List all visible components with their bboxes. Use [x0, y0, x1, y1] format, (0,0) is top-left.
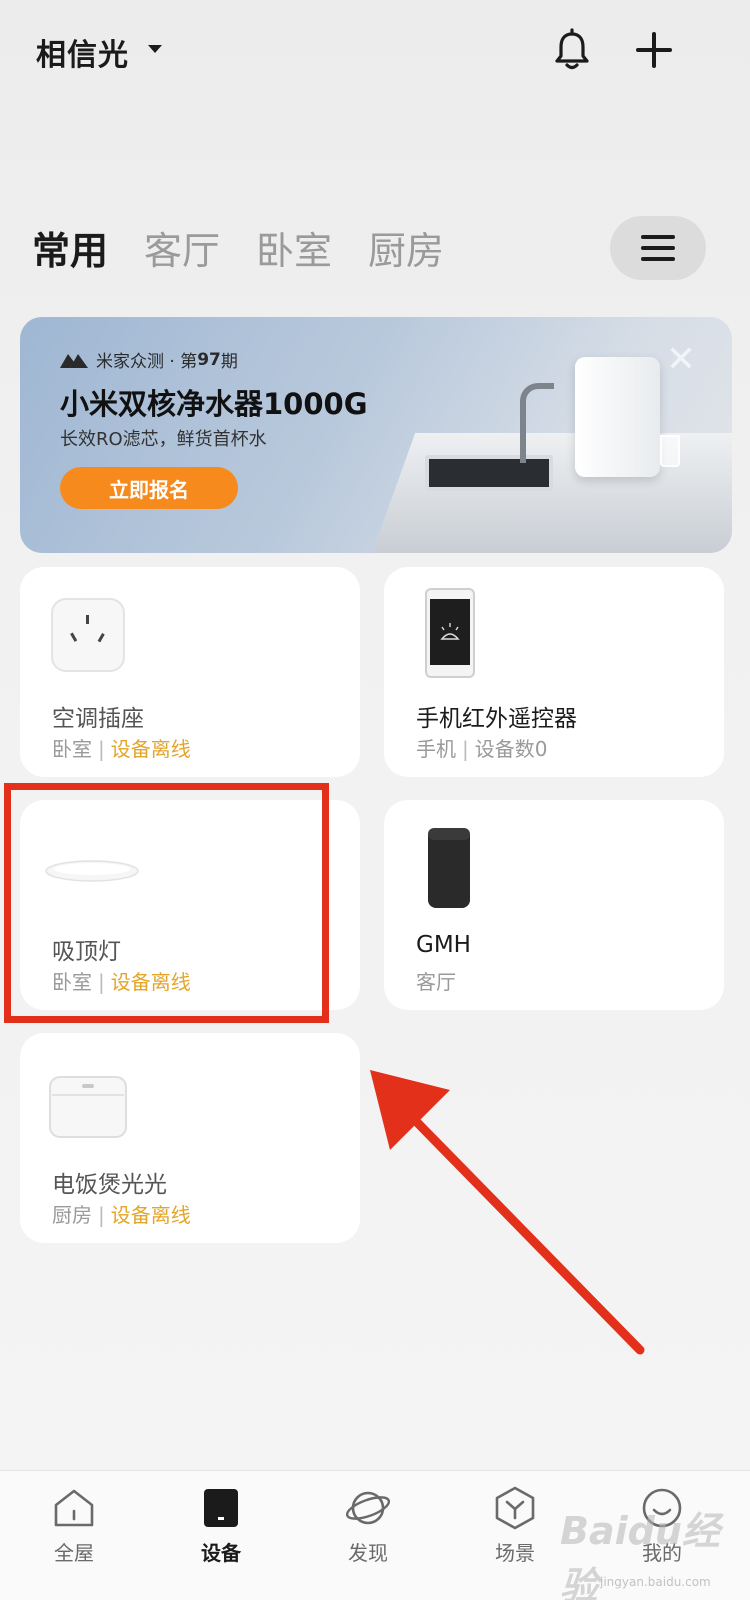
- banner-title: 小米双核净水器1000G: [60, 387, 368, 421]
- device-meta: 卧室 | 设备离线: [52, 737, 191, 761]
- device-room: 客厅: [416, 970, 456, 994]
- device-card-ac-socket[interactable]: 空调插座 卧室 | 设备离线: [20, 567, 360, 777]
- banner-brand: 米家众测 · 第: [96, 352, 198, 372]
- banner-brand-row: 米家众测 · 第 97 期: [60, 347, 238, 372]
- device-card-ir-remote[interactable]: 手机红外遥控器 手机 | 设备数0: [384, 567, 724, 777]
- device-icon: [204, 1489, 238, 1527]
- device-name: 电饭煲光光: [52, 1172, 167, 1198]
- device-name: 空调插座: [52, 706, 144, 732]
- nav-item-home[interactable]: 全屋: [14, 1485, 134, 1595]
- device-meta: 厨房 | 设备离线: [52, 1203, 191, 1227]
- device-status: 设备离线: [110, 737, 191, 761]
- device-room: 厨房: [52, 1203, 92, 1227]
- close-icon[interactable]: ✕: [666, 339, 696, 380]
- device-meta: 客厅: [416, 966, 456, 995]
- home-selector[interactable]: 相信光: [36, 30, 129, 74]
- room-menu-button[interactable]: [610, 216, 706, 280]
- banner-subtitle: 长效RO滤芯，鲜货首杯水: [60, 429, 267, 450]
- scene-icon: [495, 1486, 535, 1530]
- add-icon[interactable]: [634, 28, 674, 72]
- tab-living-room[interactable]: 客厅: [144, 220, 220, 275]
- banner-issue: 97: [197, 349, 221, 370]
- device-room: 卧室: [52, 737, 92, 761]
- home-icon: [54, 1489, 94, 1527]
- nav-item-devices[interactable]: 设备: [161, 1485, 281, 1595]
- menu-icon: [641, 235, 675, 261]
- nav-label: 全屋: [54, 1541, 94, 1565]
- watermark-url: jingyan.baidu.com: [600, 1575, 711, 1589]
- smart-speaker-image: [428, 828, 470, 908]
- top-bar: 相信光: [0, 0, 750, 110]
- device-card-gmh[interactable]: GMH 客厅: [384, 800, 724, 1010]
- banner-purifier-image: [575, 357, 660, 477]
- nav-item-discover[interactable]: 发现: [308, 1485, 428, 1595]
- device-name: GMH: [416, 932, 471, 958]
- banner-cup-illustration: [660, 435, 680, 467]
- device-meta: 手机 | 设备数0: [416, 737, 548, 761]
- chevron-down-icon[interactable]: [148, 45, 162, 53]
- promo-banner[interactable]: ✕ 米家众测 · 第 97 期 小米双核净水器1000G 长效RO滤芯，鲜货首杯…: [20, 317, 732, 553]
- device-count: 设备数0: [474, 737, 548, 761]
- nav-label: 设备: [201, 1541, 241, 1565]
- mijia-logo-icon: [60, 353, 88, 368]
- highlight-box-annotation: [4, 783, 329, 1023]
- banner-faucet-illustration: [520, 383, 554, 463]
- device-card-rice-cooker[interactable]: 电饭煲光光 厨房 | 设备离线: [20, 1033, 360, 1243]
- planet-icon: [345, 1491, 391, 1525]
- smart-plug-image: [51, 598, 125, 672]
- rice-cooker-image: [49, 1076, 127, 1138]
- nav-label: 场景: [495, 1541, 535, 1565]
- tab-bedroom[interactable]: 卧室: [256, 220, 332, 275]
- device-room: 手机: [416, 737, 456, 761]
- phone-image: [425, 588, 475, 678]
- tab-kitchen[interactable]: 厨房: [368, 220, 444, 275]
- red-arrow-annotation: [370, 1070, 645, 1355]
- banner-issue-suffix: 期: [220, 352, 238, 372]
- device-status: 设备离线: [110, 1203, 191, 1227]
- nav-item-scenes[interactable]: 场景: [455, 1485, 575, 1595]
- nav-label: 发现: [348, 1541, 388, 1565]
- tab-common[interactable]: 常用: [32, 220, 108, 275]
- bell-icon[interactable]: [552, 28, 592, 72]
- register-button[interactable]: 立即报名: [60, 467, 238, 509]
- device-name: 手机红外遥控器: [416, 706, 577, 732]
